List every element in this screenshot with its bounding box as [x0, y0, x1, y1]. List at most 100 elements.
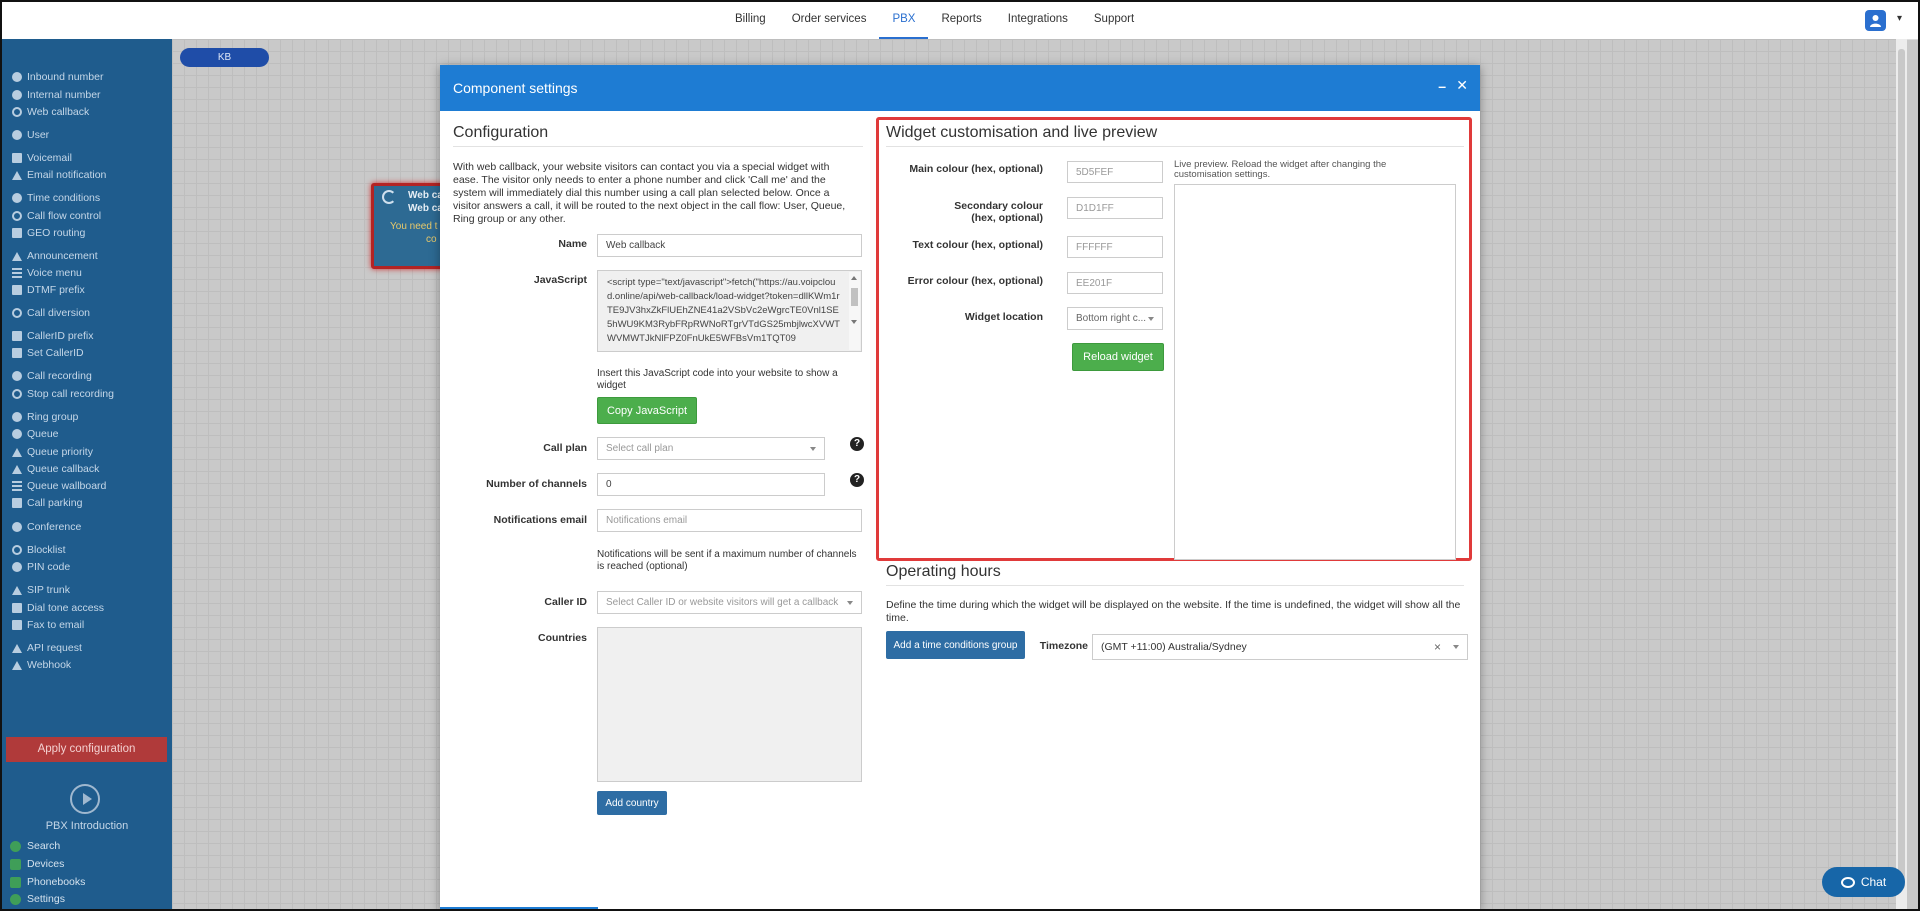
scroll-thumb[interactable] [851, 288, 858, 306]
tab-billing[interactable]: Billing [722, 2, 779, 39]
user-menu-button[interactable] [1865, 10, 1886, 31]
sidebar-item-webhook[interactable]: Webhook [12, 657, 71, 673]
caller-id-select[interactable]: Select Caller ID or website visitors wil… [597, 591, 862, 614]
textarea-scrollbar[interactable] [849, 272, 860, 350]
sidebar-item-call-diversion[interactable]: Call diversion [12, 305, 90, 321]
sidebar-item-voice-menu[interactable]: Voice menu [12, 265, 82, 281]
sidebar-item-ring-group[interactable]: Ring group [12, 409, 78, 425]
widget-location-select[interactable]: Bottom right c... [1067, 307, 1163, 330]
scroll-up-icon[interactable] [851, 276, 857, 280]
sidebar-item-label: Voice menu [27, 267, 82, 279]
sidebar-item-email-notification[interactable]: Email notification [12, 167, 106, 183]
sidebar-item-announcement[interactable]: Announcement [12, 248, 98, 264]
live-preview-frame[interactable] [1174, 184, 1456, 560]
sidebar-item-queue-wallboard[interactable]: Queue wallboard [12, 478, 106, 494]
sidebar-bottom-label: Devices [27, 858, 65, 870]
sidebar-item-sip-trunk[interactable]: SIP trunk [12, 582, 70, 598]
sidebar-item-voicemail[interactable]: Voicemail [12, 150, 72, 166]
kb-pill-button[interactable]: KB [180, 48, 269, 67]
sidebar-item-web-callback[interactable]: Web callback [12, 104, 89, 120]
plug-icon [12, 585, 22, 595]
secondary-colour-input[interactable]: D1D1FF [1067, 197, 1163, 219]
name-input[interactable]: Web callback [597, 234, 862, 257]
canvas-scrollbar[interactable] [1896, 39, 1907, 909]
sidebar-item-stop-call-recording[interactable]: Stop call recording [12, 386, 114, 402]
add-time-conditions-group-button[interactable]: Add a time conditions group [886, 631, 1025, 659]
notifications-email-input[interactable]: Notifications email [597, 509, 862, 532]
error-colour-input[interactable]: EE201F [1067, 272, 1163, 294]
apply-configuration-button[interactable]: Apply configuration [6, 737, 167, 762]
javascript-code-textarea[interactable]: <script type="text/javascript">fetch("ht… [597, 270, 862, 352]
add-country-button[interactable]: Add country [597, 791, 667, 815]
main-colour-input[interactable]: 5D5FEF [1067, 161, 1163, 183]
toggle-icon [12, 211, 22, 221]
sidebar-item-set-callerid[interactable]: Set CallerID [12, 345, 84, 361]
fax-icon [12, 620, 22, 630]
text-colour-input[interactable]: FFFFFF [1067, 236, 1163, 258]
sidebar-item-api-request[interactable]: API request [12, 640, 82, 656]
sidebar-item-call-parking[interactable]: Call parking [12, 495, 82, 511]
sidebar-item-queue-callback[interactable]: Queue callback [12, 461, 99, 477]
sidebar-item-user[interactable]: User [12, 127, 49, 143]
sidebar-item-label: User [27, 129, 50, 141]
countries-list[interactable] [597, 627, 862, 782]
sidebar-item-dial-tone-access[interactable]: Dial tone access [12, 600, 104, 616]
sidebar-item-label: Internal number [27, 89, 101, 101]
modal-header: Component settings – ✕ [440, 65, 1480, 111]
clear-icon[interactable]: × [1434, 640, 1441, 654]
pbx-introduction-link[interactable]: PBX Introduction [2, 820, 172, 832]
play-icon[interactable] [70, 784, 100, 814]
chat-button[interactable]: Chat [1822, 867, 1905, 897]
sidebar-item-geo-routing[interactable]: GEO routing [12, 225, 85, 241]
tab-reports[interactable]: Reports [928, 2, 994, 39]
sidebar-settings[interactable]: Settings [10, 893, 65, 905]
help-icon[interactable]: ? [850, 437, 864, 451]
sidebar-phonebooks[interactable]: Phonebooks [10, 876, 85, 888]
sidebar-item-label: Queue [27, 428, 59, 440]
sidebar-devices[interactable]: Devices [10, 858, 64, 870]
undo-icon [382, 190, 396, 204]
main-colour-label: Main colour (hex, optional) [909, 163, 1043, 175]
channels-label: Number of channels [486, 478, 587, 490]
sidebar-search[interactable]: Search [10, 840, 60, 852]
sidebar-item-label: CallerID prefix [27, 330, 94, 342]
minimize-icon[interactable]: – [1438, 78, 1446, 94]
close-icon[interactable]: ✕ [1456, 77, 1468, 94]
sidebar-item-call-flow-control[interactable]: Call flow control [12, 208, 101, 224]
dashboard-icon [12, 481, 22, 491]
paper-plane-icon [12, 660, 22, 670]
timezone-select[interactable]: (GMT +11:00) Australia/Sydney × [1092, 634, 1468, 660]
microphone-slash-icon [12, 389, 22, 399]
sidebar-item-call-recording[interactable]: Call recording [12, 368, 92, 384]
circle-icon [12, 72, 22, 82]
help-icon[interactable]: ? [850, 473, 864, 487]
clock-icon [12, 193, 22, 203]
tab-order-services[interactable]: Order services [779, 2, 880, 39]
secondary-colour-label: Secondary colour (hex, optional) [954, 200, 1043, 224]
scroll-down-icon[interactable] [851, 320, 857, 324]
reload-widget-button[interactable]: Reload widget [1072, 343, 1164, 371]
sidebar-item-internal-number[interactable]: Internal number [12, 87, 101, 103]
tab-support[interactable]: Support [1081, 2, 1147, 39]
sidebar-item-label: Announcement [27, 250, 98, 262]
chevron-down-icon[interactable]: ▾ [1897, 13, 1902, 24]
node-subtitle: Web ca [408, 203, 443, 214]
tab-integrations[interactable]: Integrations [995, 2, 1081, 39]
sidebar-item-conference[interactable]: Conference [12, 519, 81, 535]
configuration-heading: Configuration [453, 124, 549, 141]
sidebar-item-callerid-prefix[interactable]: CallerID prefix [12, 328, 94, 344]
sidebar-item-inbound-number[interactable]: Inbound number [12, 69, 103, 85]
sidebar-item-queue[interactable]: Queue [12, 426, 59, 442]
sidebar-item-dtmf-prefix[interactable]: DTMF prefix [12, 282, 85, 298]
sidebar-item-queue-priority[interactable]: Queue priority [12, 444, 93, 460]
call-plan-select[interactable]: Select call plan [597, 437, 825, 460]
sidebar-item-pin-code[interactable]: PIN code [12, 559, 70, 575]
channels-input[interactable]: 0 [597, 473, 825, 496]
sidebar-item-fax-to-email[interactable]: Fax to email [12, 617, 84, 633]
tab-pbx[interactable]: PBX [879, 2, 929, 39]
call-plan-placeholder: Select call plan [606, 443, 674, 454]
javascript-code: <script type="text/javascript">fetch("ht… [607, 277, 840, 344]
copy-javascript-button[interactable]: Copy JavaScript [597, 397, 697, 424]
sidebar-item-blocklist[interactable]: Blocklist [12, 542, 66, 558]
sidebar-item-time-conditions[interactable]: Time conditions [12, 190, 100, 206]
